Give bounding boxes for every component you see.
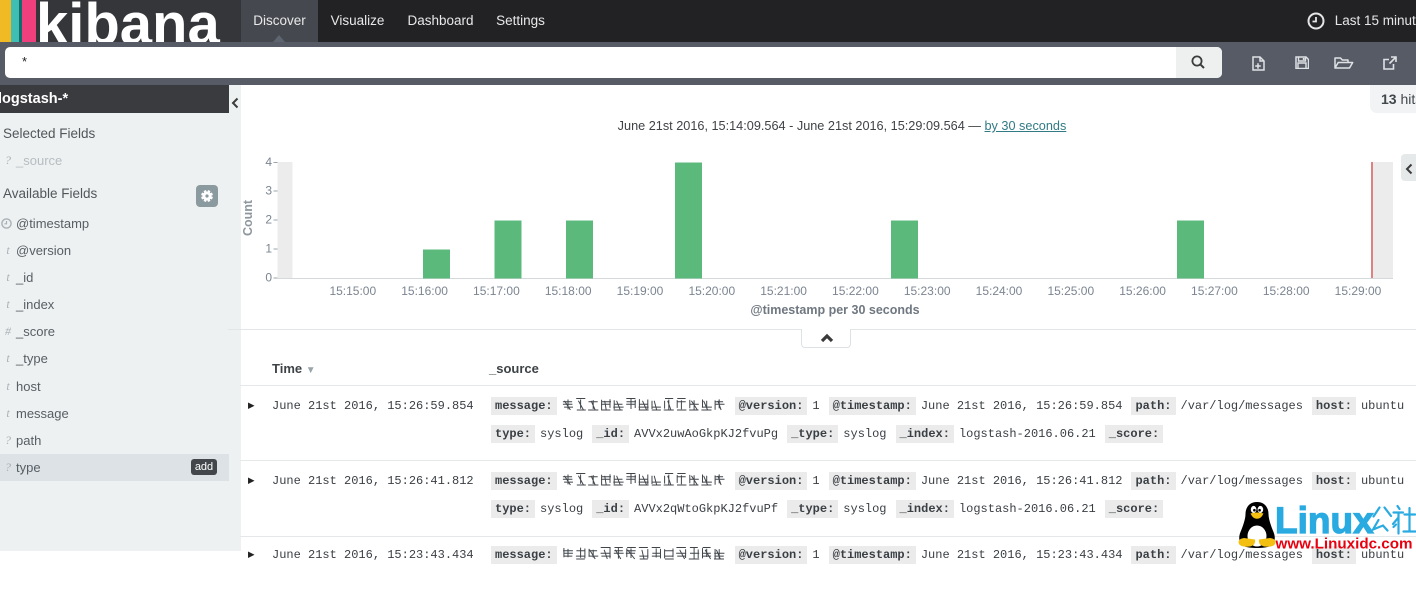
svg-text:Count: Count [241,199,255,236]
svg-text:15:18:00: 15:18:00 [545,284,592,298]
svg-text:15:17:00: 15:17:00 [473,284,520,298]
svg-text:15:28:00: 15:28:00 [1263,284,1310,298]
svg-text:1: 1 [265,242,272,256]
svg-text:15:27:00: 15:27:00 [1191,284,1238,298]
svg-text:15:23:00: 15:23:00 [904,284,951,298]
svg-text:15:22:00: 15:22:00 [832,284,879,298]
svg-text:4: 4 [265,155,272,169]
svg-text:2: 2 [265,213,272,227]
svg-text:15:20:00: 15:20:00 [688,284,735,298]
svg-text:15:16:00: 15:16:00 [401,284,448,298]
svg-text:15:19:00: 15:19:00 [617,284,664,298]
svg-text:15:21:00: 15:21:00 [760,284,807,298]
svg-text:15:25:00: 15:25:00 [1047,284,1094,298]
svg-text:0: 0 [265,271,272,285]
svg-text:www.Linuxidc.com: www.Linuxidc.com [1275,536,1413,552]
svg-text:15:26:00: 15:26:00 [1119,284,1166,298]
svg-text:@timestamp per 30 seconds: @timestamp per 30 seconds [750,303,919,317]
svg-text:15:24:00: 15:24:00 [976,284,1023,298]
svg-text:3: 3 [265,184,272,198]
svg-text:15:15:00: 15:15:00 [329,284,376,298]
svg-text:15:29:00: 15:29:00 [1335,284,1382,298]
